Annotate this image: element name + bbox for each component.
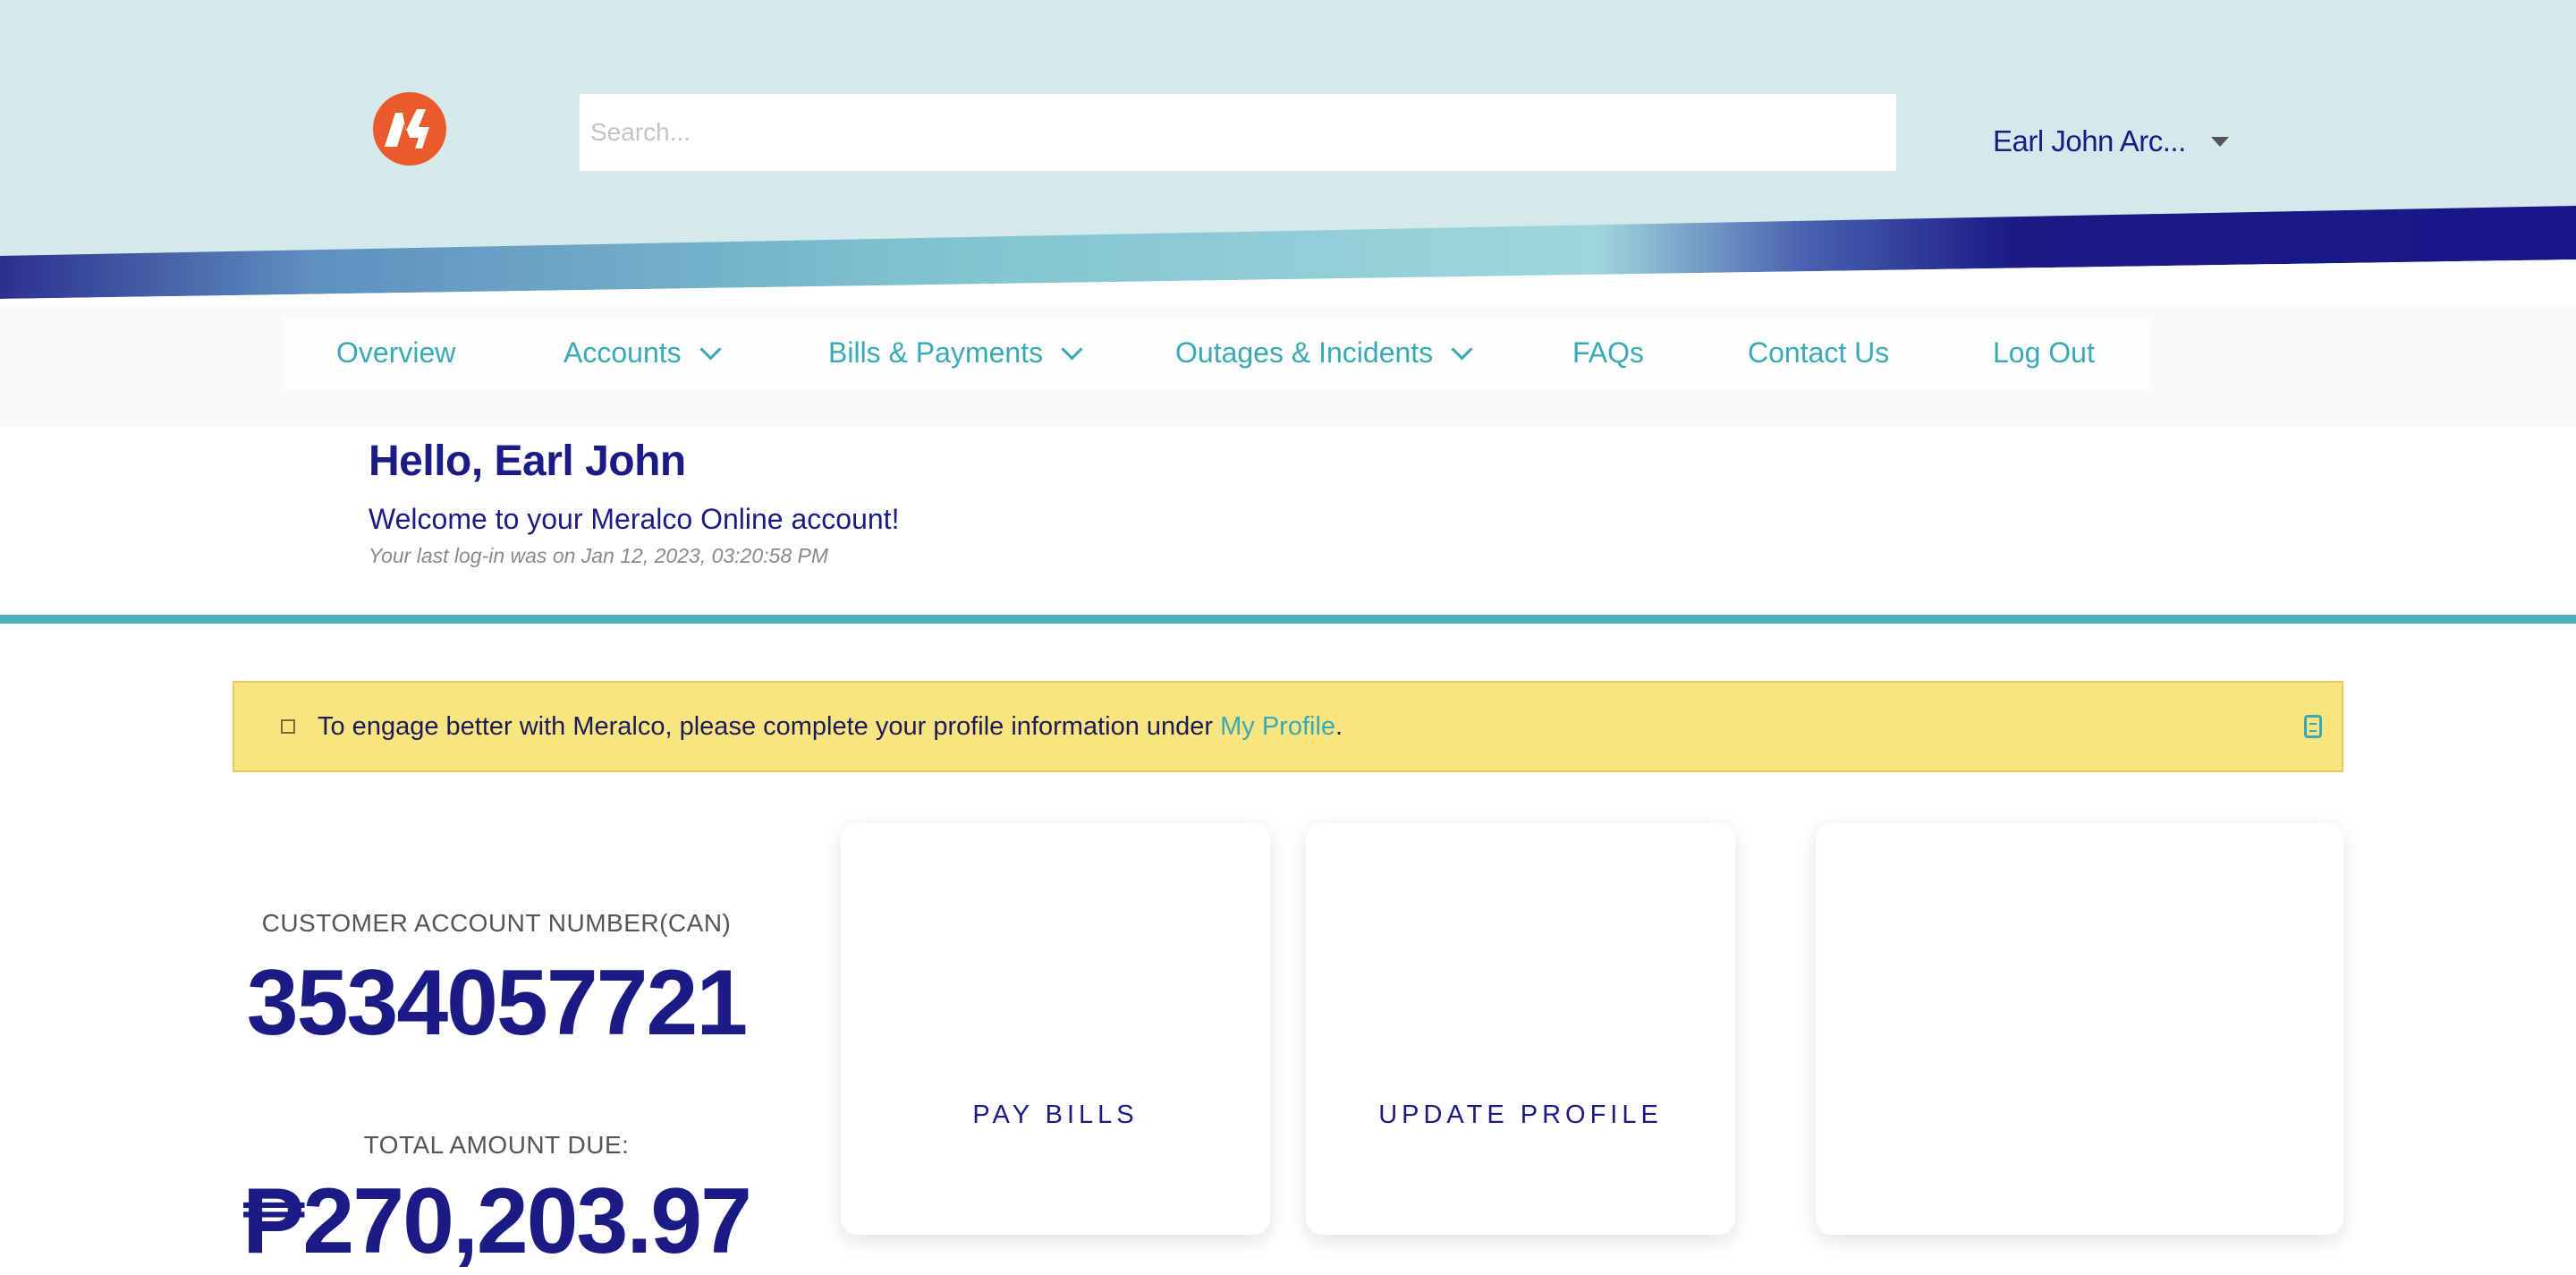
chevron-down-icon — [1061, 338, 1083, 361]
section-divider — [0, 615, 2576, 624]
nav-item-bills-payments[interactable]: Bills & Payments — [828, 336, 1083, 370]
chevron-down-icon — [1451, 338, 1473, 361]
pay-bills-card[interactable]: PAY BILLS — [841, 823, 1270, 1235]
site-header: Earl John Arc... — [0, 0, 2576, 304]
nav-item-faqs[interactable]: FAQs — [1572, 336, 1644, 370]
alert-message: To engage better with Meralco, please co… — [318, 712, 1343, 742]
nav-item-label: FAQs — [1572, 336, 1645, 369]
nav-item-label: Log Out — [1993, 336, 2095, 369]
nav-item-label: Overview — [336, 336, 456, 369]
can-label: CUSTOMER ACCOUNT NUMBER(CAN) — [261, 909, 732, 937]
checkbox-icon[interactable] — [281, 719, 295, 734]
nav-item-label: Outages & Incidents — [1175, 336, 1434, 369]
search-input[interactable] — [579, 93, 1897, 172]
alert-text-before: To engage better with Meralco, please co… — [318, 712, 1221, 741]
card-label: PAY BILLS — [972, 1101, 1139, 1129]
nav-item-overview[interactable]: Overview — [336, 336, 455, 370]
nav-item-contact-us[interactable]: Contact Us — [1748, 336, 1889, 370]
update-profile-card[interactable]: UPDATE PROFILE — [1306, 823, 1735, 1235]
can-value: 3534057721 — [246, 951, 748, 1055]
card-label: UPDATE PROFILE — [1378, 1101, 1663, 1129]
user-menu[interactable]: Earl John Arc... — [1993, 122, 2229, 161]
my-profile-link[interactable]: My Profile — [1220, 712, 1335, 741]
amount-due-value: ₱270,203.97 — [242, 1169, 752, 1273]
last-login-text: Your last log-in was on Jan 12, 2023, 03… — [369, 544, 828, 567]
alert-text-after: . — [1335, 712, 1343, 741]
nav-item-log-out[interactable]: Log Out — [1993, 336, 2095, 370]
greeting-subtitle: Welcome to your Meralco Online account! — [369, 503, 900, 535]
nav-item-accounts[interactable]: Accounts — [564, 336, 722, 370]
greeting-title: Hello, Earl John — [369, 438, 686, 485]
quick-action-card[interactable] — [1816, 823, 2343, 1235]
chevron-down-icon — [699, 338, 722, 361]
meralco-logo[interactable] — [372, 91, 447, 166]
amount-due-label: TOTAL AMOUNT DUE: — [363, 1131, 630, 1159]
caret-down-icon — [2210, 136, 2229, 147]
dismiss-icon[interactable] — [2304, 715, 2322, 738]
nav-item-outages-incidents[interactable]: Outages & Incidents — [1175, 336, 1473, 370]
nav-item-label: Accounts — [564, 336, 682, 369]
user-name: Earl John Arc... — [1993, 124, 2186, 157]
nav-item-label: Contact Us — [1748, 336, 1890, 369]
nav-item-label: Bills & Payments — [828, 336, 1044, 369]
profile-alert: To engage better with Meralco, please co… — [233, 681, 2343, 772]
main-nav: Overview Accounts Bills & Payments Outag… — [283, 317, 2148, 390]
